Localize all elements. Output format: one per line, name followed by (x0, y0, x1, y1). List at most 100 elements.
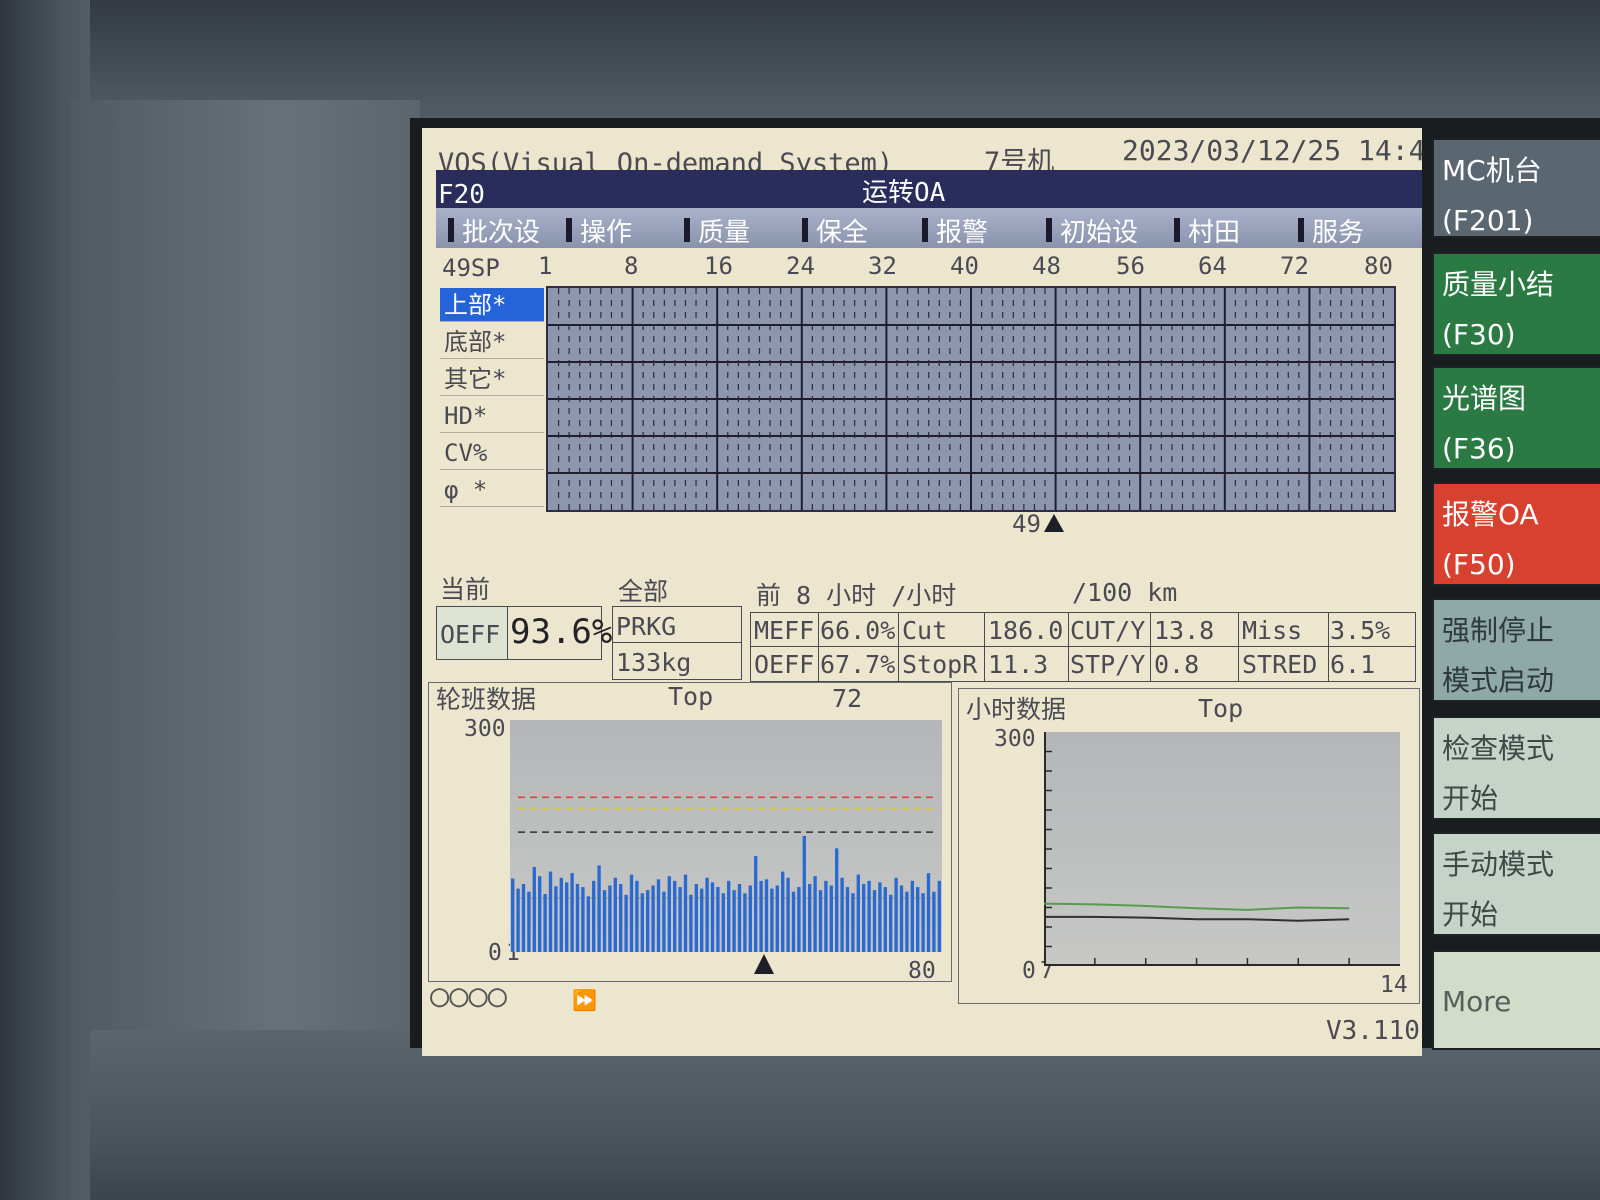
cuty-label: CUT/Y (1070, 616, 1146, 645)
check-mode-button-line1: 检查模式 (1442, 732, 1555, 765)
shift-chart-bar (710, 882, 715, 952)
shift-chart-bar (538, 876, 542, 952)
shift-chart-bar (781, 871, 785, 952)
shift-chart-bar (894, 877, 898, 952)
fast-forward-icon[interactable]: ⏩ (572, 988, 597, 1012)
period-col-divider (898, 612, 899, 682)
period-col-divider (1068, 612, 1069, 682)
shift-chart-bar (748, 885, 752, 952)
shift-chart-bar (527, 891, 531, 952)
shift-chart-bar (694, 883, 698, 952)
shift-chart-bar (910, 880, 914, 952)
shift-chart-bar (743, 893, 747, 952)
shift-chart-bar (802, 836, 806, 952)
shift-chart-bar (808, 883, 812, 952)
row-label-cv[interactable]: CV% (440, 436, 544, 470)
period-row-divider (750, 646, 1416, 647)
shift-chart-y-min: 0 (488, 940, 502, 966)
shift-chart-bar (586, 896, 590, 952)
hour-chart-plot-area (1043, 732, 1400, 966)
shift-chart-bar (921, 893, 925, 952)
hour-chart-svg (1043, 732, 1400, 966)
shift-chart-bar (705, 877, 709, 952)
mc-machine-button[interactable]: MC机台 (F201) (1432, 138, 1600, 238)
shift-chart-bar (608, 885, 612, 952)
main-menu: 批次设 操作 质量 保全 报警 初始设 村田 服务 (436, 208, 1422, 248)
shift-chart-bar (727, 880, 731, 952)
col-head-56: 56 (1116, 252, 1145, 280)
spindle-grid[interactable] (546, 286, 1396, 512)
shift-chart-bar (883, 887, 887, 952)
shift-chart-bar (840, 877, 844, 952)
menu-alarm[interactable]: 报警 (922, 212, 988, 249)
alarm-oa-button[interactable]: 报警OA (F50) (1432, 482, 1600, 586)
manual-mode-button-line2: 开始 (1442, 898, 1499, 931)
version-label: V3.110 (1326, 1016, 1420, 1046)
shift-chart-bar (835, 848, 839, 952)
screen-title: 运转OA (862, 178, 946, 208)
shift-chart-bar (602, 890, 607, 952)
manual-mode-button[interactable]: 手动模式 开始 (1432, 832, 1600, 936)
row-label-bottom[interactable]: 底部* (440, 325, 544, 359)
menu-initial-settings[interactable]: 初始设 (1046, 212, 1138, 249)
shift-chart-bar (673, 880, 677, 952)
period-col-divider (1328, 612, 1329, 682)
quality-summary-button[interactable]: 质量小结 (F30) (1432, 252, 1600, 356)
shift-chart-bar (640, 893, 644, 952)
shift-chart-bar (770, 888, 774, 952)
shift-chart-top-label: Top (668, 682, 714, 711)
miss-label: Miss (1242, 616, 1303, 645)
shift-chart-bar (656, 879, 661, 952)
cut-value: 186.0 (988, 616, 1064, 645)
shift-chart-bar (872, 890, 877, 952)
col-head-64: 64 (1198, 252, 1227, 280)
shift-chart-bar (889, 894, 893, 952)
menu-maintenance[interactable]: 保全 (802, 212, 868, 249)
shift-chart-bar (818, 890, 823, 952)
shift-chart-bar (619, 883, 623, 952)
shift-chart-bar (916, 887, 920, 952)
total-prkg-label: PRKG (616, 612, 677, 641)
stopr-value: 11.3 (988, 650, 1049, 679)
shift-chart-bar (689, 894, 693, 952)
period-heading: 前 8 小时 /小时 (756, 581, 957, 610)
col-head-24: 24 (786, 252, 815, 280)
shift-chart-bar (932, 891, 936, 952)
shift-chart-bar (543, 894, 547, 952)
hour-chart-title: 小时数据 (966, 695, 1067, 724)
period-col-divider (984, 612, 985, 682)
menu-service[interactable]: 服务 (1298, 212, 1364, 249)
row-label-hd[interactable]: HD* (440, 399, 544, 433)
col-head-48: 48 (1032, 252, 1061, 280)
forced-stop-mode-button[interactable]: 强制停止 模式启动 (1432, 598, 1600, 702)
spectrogram-button-line2: (F36) (1442, 432, 1516, 465)
stpy-value: 0.8 (1154, 650, 1200, 679)
shift-chart-bar (905, 891, 909, 952)
spindle-marker-label: 49 (1012, 510, 1041, 538)
more-button[interactable]: More (1432, 950, 1600, 1050)
row-label-other[interactable]: 其它* (440, 362, 544, 396)
row-label-phi[interactable]: φ * (440, 473, 544, 507)
menu-batch-settings[interactable]: 批次设 (448, 212, 540, 249)
menu-murata[interactable]: 村田 (1174, 212, 1240, 249)
hour-chart-x-end: 14 (1380, 972, 1408, 998)
check-mode-button[interactable]: 检查模式 开始 (1432, 716, 1600, 820)
menu-quality[interactable]: 质量 (684, 212, 750, 249)
period-col-divider (1238, 612, 1239, 682)
col-head-72: 72 (1280, 252, 1309, 280)
col-head-1: 1 (538, 252, 553, 280)
hour-chart-y-min: 0 (1022, 958, 1036, 984)
shift-chart-bar (937, 880, 941, 952)
meff-value: 66.0% (820, 616, 896, 645)
period-unit: /100 km (1072, 578, 1178, 607)
status-indicators: ○○○○ (430, 976, 508, 1014)
spectrogram-button[interactable]: 光谱图 (F36) (1432, 366, 1600, 470)
stpy-label: STP/Y (1070, 650, 1146, 679)
shift-chart-bar (797, 887, 801, 952)
menu-operation[interactable]: 操作 (566, 212, 632, 249)
mc-machine-button-line2: (F201) (1442, 204, 1534, 237)
stred-value: 6.1 (1330, 650, 1376, 679)
shift-chart-bar (565, 882, 569, 952)
shift-chart-bar (862, 883, 866, 952)
row-label-top[interactable]: 上部* (440, 288, 544, 322)
